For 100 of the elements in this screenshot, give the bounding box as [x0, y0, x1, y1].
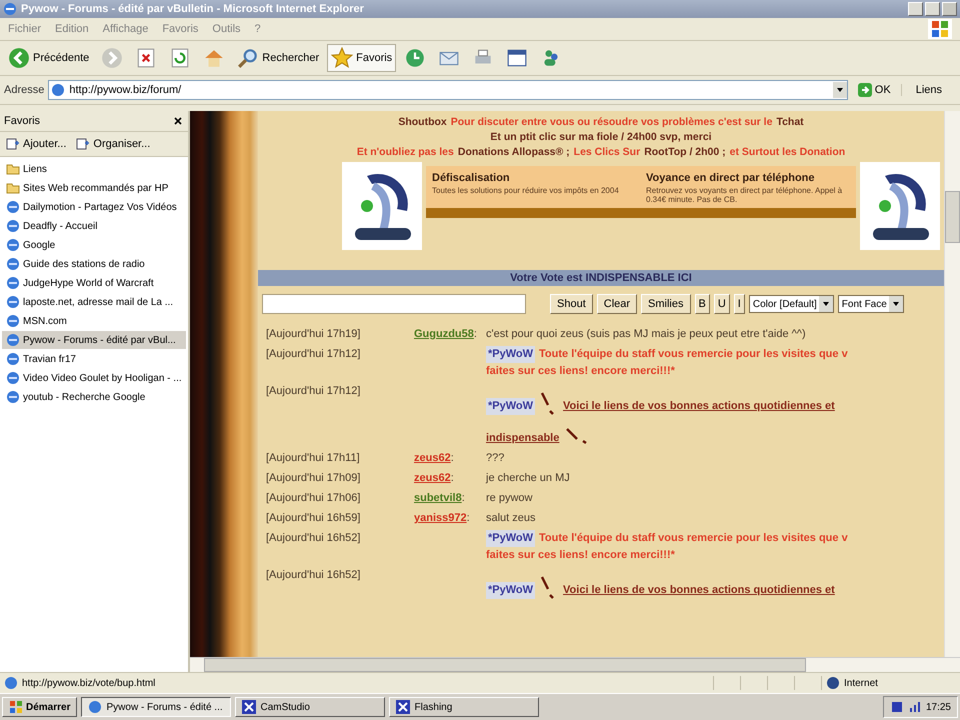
shout-input[interactable] — [262, 294, 526, 314]
dropdown-arrow-icon[interactable] — [836, 86, 844, 94]
dropdown-arrow-icon — [822, 300, 830, 308]
page-icon — [6, 371, 20, 385]
message-text: je cherche un MJ — [486, 472, 570, 484]
signal-bars-icon[interactable] — [908, 700, 922, 714]
ad-title[interactable]: Défiscalisation — [432, 172, 636, 184]
clock-icon — [404, 47, 426, 69]
favorite-item[interactable]: Travian fr17 — [2, 350, 186, 368]
favorite-item[interactable]: laposte.net, adresse mail de La ... — [2, 293, 186, 311]
search-icon — [237, 47, 260, 69]
address-field[interactable]: http://pywow.biz/forum/ — [48, 80, 848, 100]
header-text: Et un ptit clic sur ma fiole / 24h00 svp, merci — [490, 130, 712, 145]
vote-banner[interactable]: Votre Vote est INDISPENSABLE ICI — [258, 270, 944, 286]
close-button[interactable] — [172, 115, 184, 127]
favorite-item[interactable]: Deadfly - Accueil — [2, 217, 186, 235]
favorite-item[interactable]: Sites Web recommandés par HP — [2, 179, 186, 197]
message-time: [Aujourd'hui 17h19] — [266, 327, 362, 342]
sidebar-action-button[interactable]: Ajouter... — [4, 135, 68, 153]
taskbar-button[interactable]: Flashing — [389, 697, 540, 717]
username-link[interactable]: zeus62 — [414, 450, 451, 467]
favorite-item[interactable]: Pywow - Forums - édité par vBul... — [2, 331, 186, 349]
favorite-item[interactable]: MSN.com — [2, 312, 186, 330]
message-text: re pywow — [486, 492, 532, 504]
shout-form-button[interactable]: Shout — [550, 294, 593, 314]
vote-link[interactable]: Voici le liens de vos bonnes actions quotidiennes et — [563, 582, 835, 598]
colon-text: : — [466, 511, 470, 526]
page-icon — [6, 333, 20, 347]
message-time: [Aujourd'hui 16h52] — [266, 531, 362, 546]
favorite-item[interactable]: Guide des stations de radio — [2, 255, 186, 273]
format-button[interactable]: U — [714, 294, 730, 314]
message-text: salut zeus — [486, 512, 536, 524]
browser-icon — [3, 2, 17, 16]
tray-app-icon[interactable] — [890, 700, 904, 714]
window-icon — [506, 47, 528, 69]
minimize-button[interactable] — [908, 2, 923, 16]
vertical-scrollbar[interactable] — [944, 111, 960, 657]
format-button[interactable]: I — [734, 294, 745, 314]
taskbar-button[interactable]: Pywow - Forums - édité ... — [81, 697, 232, 717]
message-time: [Aujourd'hui 16h52] — [266, 568, 362, 583]
folder-icon — [6, 181, 20, 195]
username-link[interactable]: subetvil8 — [414, 490, 462, 507]
header-text: Donations Allopass® ; — [458, 145, 570, 160]
format-button[interactable]: B — [694, 294, 710, 314]
favorite-item[interactable]: JudgeHype World of Warcraft — [2, 274, 186, 292]
page-icon — [6, 257, 20, 271]
favorites-button[interactable]: Favoris — [327, 44, 396, 72]
favorite-item[interactable]: Liens — [2, 160, 186, 178]
header-text: Et n'oubliez pas les — [356, 145, 454, 160]
favorite-item[interactable]: Google — [2, 236, 186, 254]
stop-icon — [135, 47, 158, 69]
staff-tag: *PyWoW — [486, 398, 536, 414]
sidebar-action-button[interactable]: Organiser... — [74, 135, 152, 153]
maximize-button[interactable] — [925, 2, 940, 16]
message-time: [Aujourd'hui 16h59] — [266, 511, 362, 526]
arrow-icon — [858, 83, 872, 97]
window-title: Pywow - Forums - édité par vBulletin - Microsoft Internet Explorer — [21, 3, 364, 15]
go-button[interactable]: OK — [852, 82, 897, 98]
shout-form-button[interactable]: Clear — [596, 294, 638, 314]
staff-tag: *PyWoW — [486, 530, 536, 547]
taskbar-button[interactable]: CamStudio — [235, 697, 386, 717]
search-button[interactable]: Rechercher — [233, 44, 324, 72]
globe-icon — [826, 676, 840, 690]
ad-text: Retrouvez vos voyants en direct par téléphone. Appel à 0.34€ minute. Pas de CB. — [646, 186, 844, 204]
favorite-item[interactable]: youtub - Recherche Google — [2, 388, 186, 406]
favorite-item[interactable]: Dailymotion - Partagez Vos Vidéos — [2, 198, 186, 216]
page-icon — [6, 238, 20, 252]
page-icon — [6, 390, 20, 404]
horizontal-scrollbar[interactable] — [190, 657, 960, 672]
message-time: [Aujourd'hui 17h06] — [266, 491, 362, 506]
username-link[interactable]: zeus62 — [414, 470, 451, 487]
message-text: c'est pour quoi zeus (suis pas MJ mais je peux peut etre t'aide ^^) — [486, 328, 806, 340]
star-icon — [331, 47, 354, 69]
header-text: Pour discuter entre vous ou résoudre vos problèmes c'est sur le — [450, 115, 772, 130]
favorite-item[interactable]: Video Video Goulet by Hooligan - ... — [2, 369, 186, 387]
page-icon — [6, 200, 20, 214]
ad-text: Toutes les solutions pour réduire vos impôts en 2004 — [432, 186, 620, 195]
page-icon — [6, 314, 20, 328]
links-button[interactable]: Liens — [900, 84, 956, 96]
staff-message: Toute l'équipe du staff vous remercie pour les visites que v — [539, 347, 848, 362]
dropdown-arrow-icon — [892, 300, 900, 308]
app-icon — [396, 700, 410, 714]
page-icon — [4, 676, 18, 690]
message-time: [Aujourd'hui 17h09] — [266, 471, 362, 486]
browser-icon — [88, 700, 102, 714]
security-zone: Internet — [821, 676, 956, 690]
page-icon — [6, 352, 20, 366]
username-link[interactable]: yaniss972 — [414, 510, 467, 527]
ad-title[interactable]: Voyance en direct par téléphone — [646, 172, 850, 184]
start-button[interactable]: Démarrer — [2, 697, 78, 717]
message-text: ??? — [486, 452, 504, 464]
header-text: RootTop / 2h00 ; — [644, 145, 726, 160]
dropdown[interactable]: Font Face — [838, 295, 904, 313]
dropdown[interactable]: Color [Default] — [748, 295, 834, 313]
username-link[interactable]: Guguzdu58 — [414, 326, 474, 343]
vote-link[interactable]: Voici le liens de vos bonnes actions quotidiennes et — [563, 398, 835, 414]
vote-link[interactable]: indispensable — [486, 430, 560, 447]
message-time: [Aujourd'hui 17h12] — [266, 347, 362, 362]
back-button[interactable]: Précédente — [4, 44, 94, 72]
shout-form-button[interactable]: Smilies — [641, 294, 690, 314]
